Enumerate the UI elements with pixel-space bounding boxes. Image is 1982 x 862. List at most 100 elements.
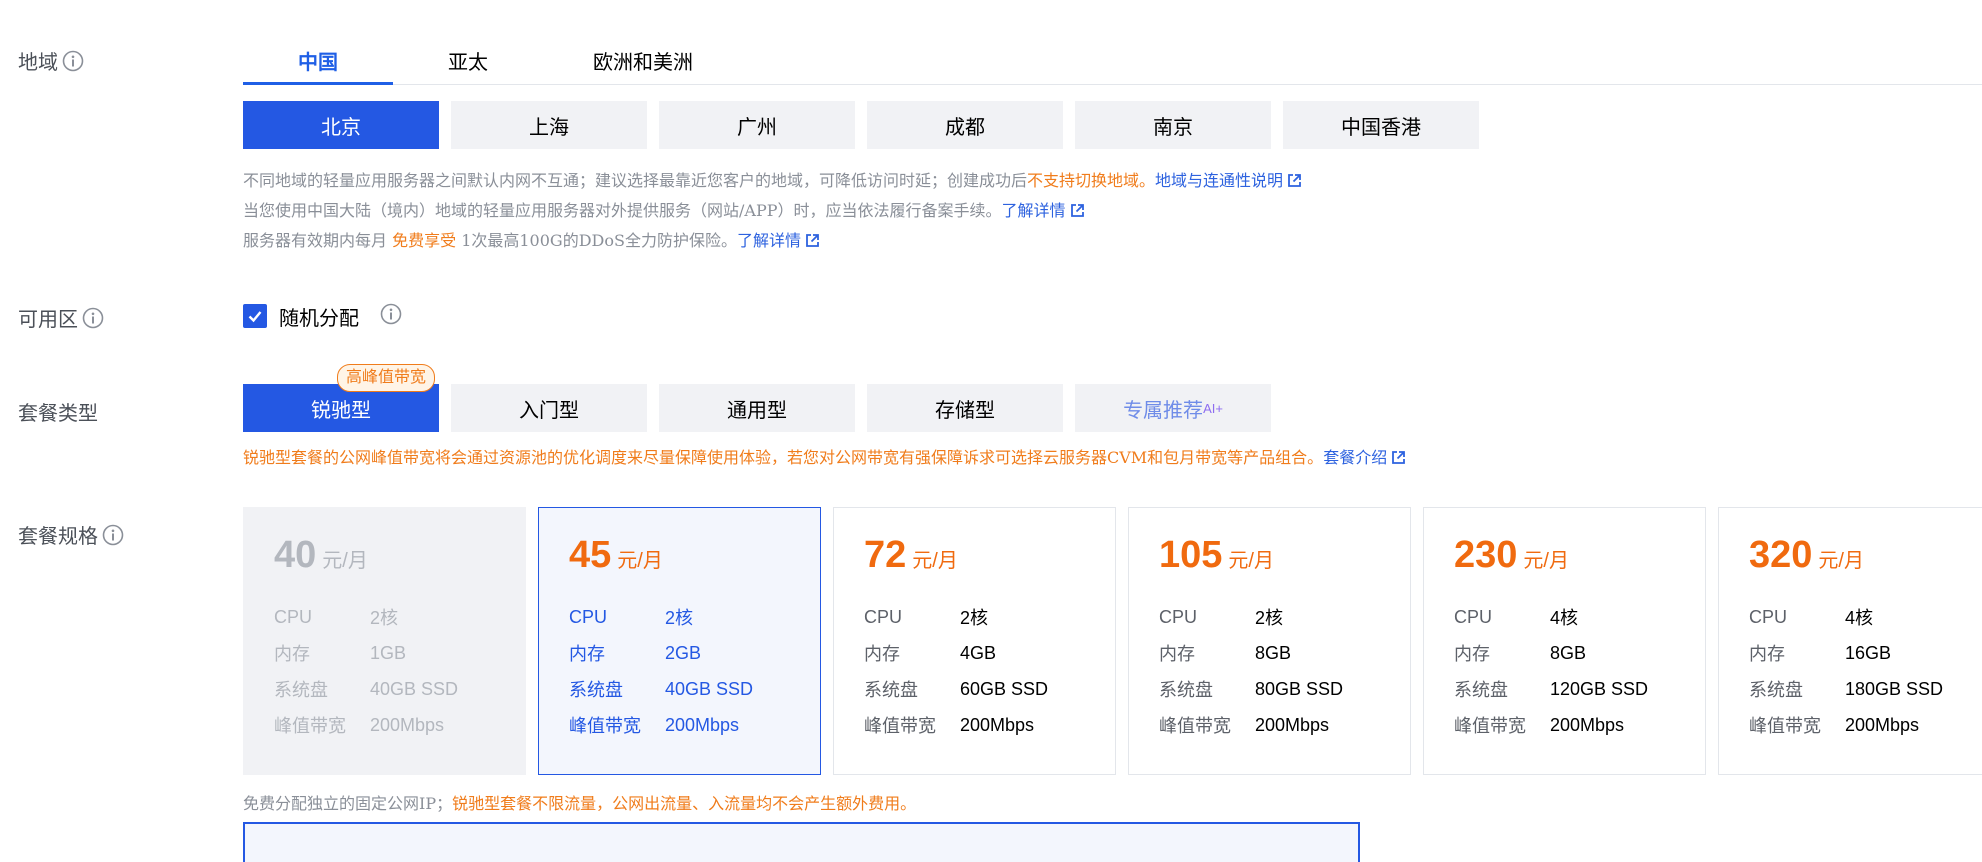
spec-key: 内存 xyxy=(864,644,900,664)
region-tabs: 中国 亚太 欧洲和美洲 xyxy=(243,36,1982,85)
plan-cards: 40 元/月 CPU 2核 内存 1GB 系统盘 40GB SSD 峰值带宽 200Mbp… xyxy=(243,507,1982,775)
check-icon xyxy=(248,311,262,323)
spec-key: CPU xyxy=(274,606,313,627)
spec-value: 200Mbps xyxy=(370,714,445,735)
plan-intro-link[interactable]: 套餐介绍 xyxy=(1323,448,1387,467)
external-link-icon[interactable] xyxy=(1391,450,1406,465)
spec-value: 40GB SSD xyxy=(370,678,459,699)
spec-key: 系统盘 xyxy=(1749,680,1803,700)
plan-card-230[interactable]: 230 元/月 CPU 4核 内存 8GB 系统盘 120GB SSD 峰值带宽 200M… xyxy=(1423,507,1706,775)
spec-value: 40GB SSD xyxy=(665,678,754,699)
spec-value: 2核 xyxy=(1255,608,1284,628)
city-beijing[interactable]: 北京 xyxy=(243,101,439,149)
price: 72 元/月 xyxy=(864,534,1115,577)
ddos-details-link[interactable]: 了解详情 xyxy=(737,231,801,250)
info-icon[interactable] xyxy=(102,524,124,546)
plan-type-general[interactable]: 通用型 xyxy=(659,384,855,432)
region-notes: 不同地域的轻量应用服务器之间默认内网不互通；建议选择最靠近您客户的地域，可降低访… xyxy=(243,166,1302,256)
price-unit: 元/月 xyxy=(1523,550,1569,572)
plan-card-40: 40 元/月 CPU 2核 内存 1GB 系统盘 40GB SSD 峰值带宽 200Mbp… xyxy=(243,507,526,775)
spec-key: CPU xyxy=(1454,606,1493,627)
city-hongkong[interactable]: 中国香港 xyxy=(1283,101,1479,149)
city-shanghai[interactable]: 上海 xyxy=(451,101,647,149)
tab-china[interactable]: 中国 xyxy=(243,36,393,85)
tab-europe-americas[interactable]: 欧洲和美洲 xyxy=(543,36,743,84)
price: 45 元/月 xyxy=(569,534,820,577)
spec-value: 8GB xyxy=(1255,642,1292,663)
spec-key: 峰值带宽 xyxy=(1159,716,1231,736)
spec-value: 2核 xyxy=(665,608,694,628)
price-amount: 72 xyxy=(864,534,907,576)
info-icon[interactable] xyxy=(82,307,104,329)
plan-type-ai-recommend[interactable]: 专属推荐 AI+ xyxy=(1075,384,1271,432)
price: 320 元/月 xyxy=(1749,534,1982,577)
spec-row: CPU 4核 xyxy=(1454,599,1705,635)
spec-row: 系统盘 60GB SSD xyxy=(864,671,1115,707)
region-note-3: 服务器有效期内每月 免费享受 1次最高100G的DDoS全力防护保险。了解详情 xyxy=(243,226,1302,256)
filing-details-link[interactable]: 了解详情 xyxy=(1001,201,1065,220)
plan-spec-label: 套餐规格 xyxy=(18,520,124,549)
plan-card-320[interactable]: 320 元/月 CPU 4核 内存 16GB 系统盘 180GB SSD 峰值带宽 200… xyxy=(1718,507,1982,775)
random-assign-checkbox[interactable] xyxy=(243,304,267,328)
region-connectivity-link[interactable]: 地域与连通性说明 xyxy=(1155,171,1283,190)
price-amount: 105 xyxy=(1159,534,1223,576)
spec-value: 2核 xyxy=(960,608,989,628)
spec-row: 内存 8GB xyxy=(1159,635,1410,671)
external-link-icon[interactable] xyxy=(805,233,820,248)
spec-key: 系统盘 xyxy=(569,680,623,700)
spec-value: 200Mbps xyxy=(960,714,1035,735)
price: 40 元/月 xyxy=(274,534,525,577)
spec-value: 2GB xyxy=(665,642,702,663)
price-amount: 45 xyxy=(569,534,612,576)
spec-value: 4GB xyxy=(960,642,997,663)
spec-key: 峰值带宽 xyxy=(569,716,641,736)
spec-list: CPU 4核 内存 16GB 系统盘 180GB SSD 峰值带宽 200Mbps xyxy=(1749,599,1982,743)
spec-row: 内存 8GB xyxy=(1454,635,1705,671)
price-unit: 元/月 xyxy=(1228,550,1274,572)
external-link-icon[interactable] xyxy=(1287,173,1302,188)
spec-value: 4核 xyxy=(1550,608,1579,628)
plan-type-entry[interactable]: 入门型 xyxy=(451,384,647,432)
city-guangzhou[interactable]: 广州 xyxy=(659,101,855,149)
plan-card-45[interactable]: 45 元/月 CPU 2核 内存 2GB 系统盘 40GB SSD 峰值带宽 200Mbp… xyxy=(538,507,821,775)
spec-key: 内存 xyxy=(569,644,605,664)
plan-type-storage[interactable]: 存储型 xyxy=(867,384,1063,432)
spec-row: 内存 16GB xyxy=(1749,635,1982,671)
price: 230 元/月 xyxy=(1454,534,1705,577)
random-assign-label[interactable]: 随机分配 xyxy=(279,302,359,331)
spec-value: 200Mbps xyxy=(1845,714,1920,735)
spec-key: 系统盘 xyxy=(1454,680,1508,700)
price-amount: 40 xyxy=(274,534,317,576)
spec-row: 峰值带宽 200Mbps xyxy=(1749,707,1982,743)
city-nanjing[interactable]: 南京 xyxy=(1075,101,1271,149)
spec-list: CPU 2核 内存 2GB 系统盘 40GB SSD 峰值带宽 200Mbps xyxy=(569,599,820,743)
spec-key: 系统盘 xyxy=(864,680,918,700)
spec-list: CPU 2核 内存 4GB 系统盘 60GB SSD 峰值带宽 200Mbps xyxy=(864,599,1115,743)
info-icon[interactable] xyxy=(62,50,84,72)
spec-key: 峰值带宽 xyxy=(864,716,936,736)
city-options: 北京 上海 广州 成都 南京 中国香港 xyxy=(243,101,1479,149)
price: 105 元/月 xyxy=(1159,534,1410,577)
spec-row: 系统盘 40GB SSD xyxy=(569,671,820,707)
plan-type-note: 锐驰型套餐的公网峰值带宽将会通过资源池的优化调度来尽量保障使用体验，若您对公网带… xyxy=(243,444,1406,468)
spec-list: CPU 2核 内存 8GB 系统盘 80GB SSD 峰值带宽 200Mbps xyxy=(1159,599,1410,743)
spec-row: 系统盘 40GB SSD xyxy=(274,671,525,707)
region-note-2: 当您使用中国大陆（境内）地域的轻量应用服务器对外提供服务（网站/APP）时，应当… xyxy=(243,196,1302,226)
plan-card-72[interactable]: 72 元/月 CPU 2核 内存 4GB 系统盘 60GB SSD 峰值带宽 200Mbp… xyxy=(833,507,1116,775)
info-icon[interactable] xyxy=(380,303,402,325)
external-link-icon[interactable] xyxy=(1070,203,1085,218)
high-bandwidth-badge: 高峰值带宽 xyxy=(337,364,436,392)
plan-type-label: 套餐类型 xyxy=(18,403,98,425)
spec-value: 60GB SSD xyxy=(960,678,1049,699)
plan-card-105[interactable]: 105 元/月 CPU 2核 内存 8GB 系统盘 80GB SSD 峰值带宽 200Mb… xyxy=(1128,507,1411,775)
tab-asia-pacific[interactable]: 亚太 xyxy=(393,36,543,84)
city-chengdu[interactable]: 成都 xyxy=(867,101,1063,149)
spec-row: 系统盘 80GB SSD xyxy=(1159,671,1410,707)
spec-row: CPU 4核 xyxy=(1749,599,1982,635)
ai-tag: AI+ xyxy=(1203,400,1223,416)
promo-panel xyxy=(243,822,1360,862)
spec-key: 峰值带宽 xyxy=(274,716,346,736)
spec-key: 内存 xyxy=(1454,644,1490,664)
price-amount: 230 xyxy=(1454,534,1518,576)
spec-value: 8GB xyxy=(1550,642,1587,663)
